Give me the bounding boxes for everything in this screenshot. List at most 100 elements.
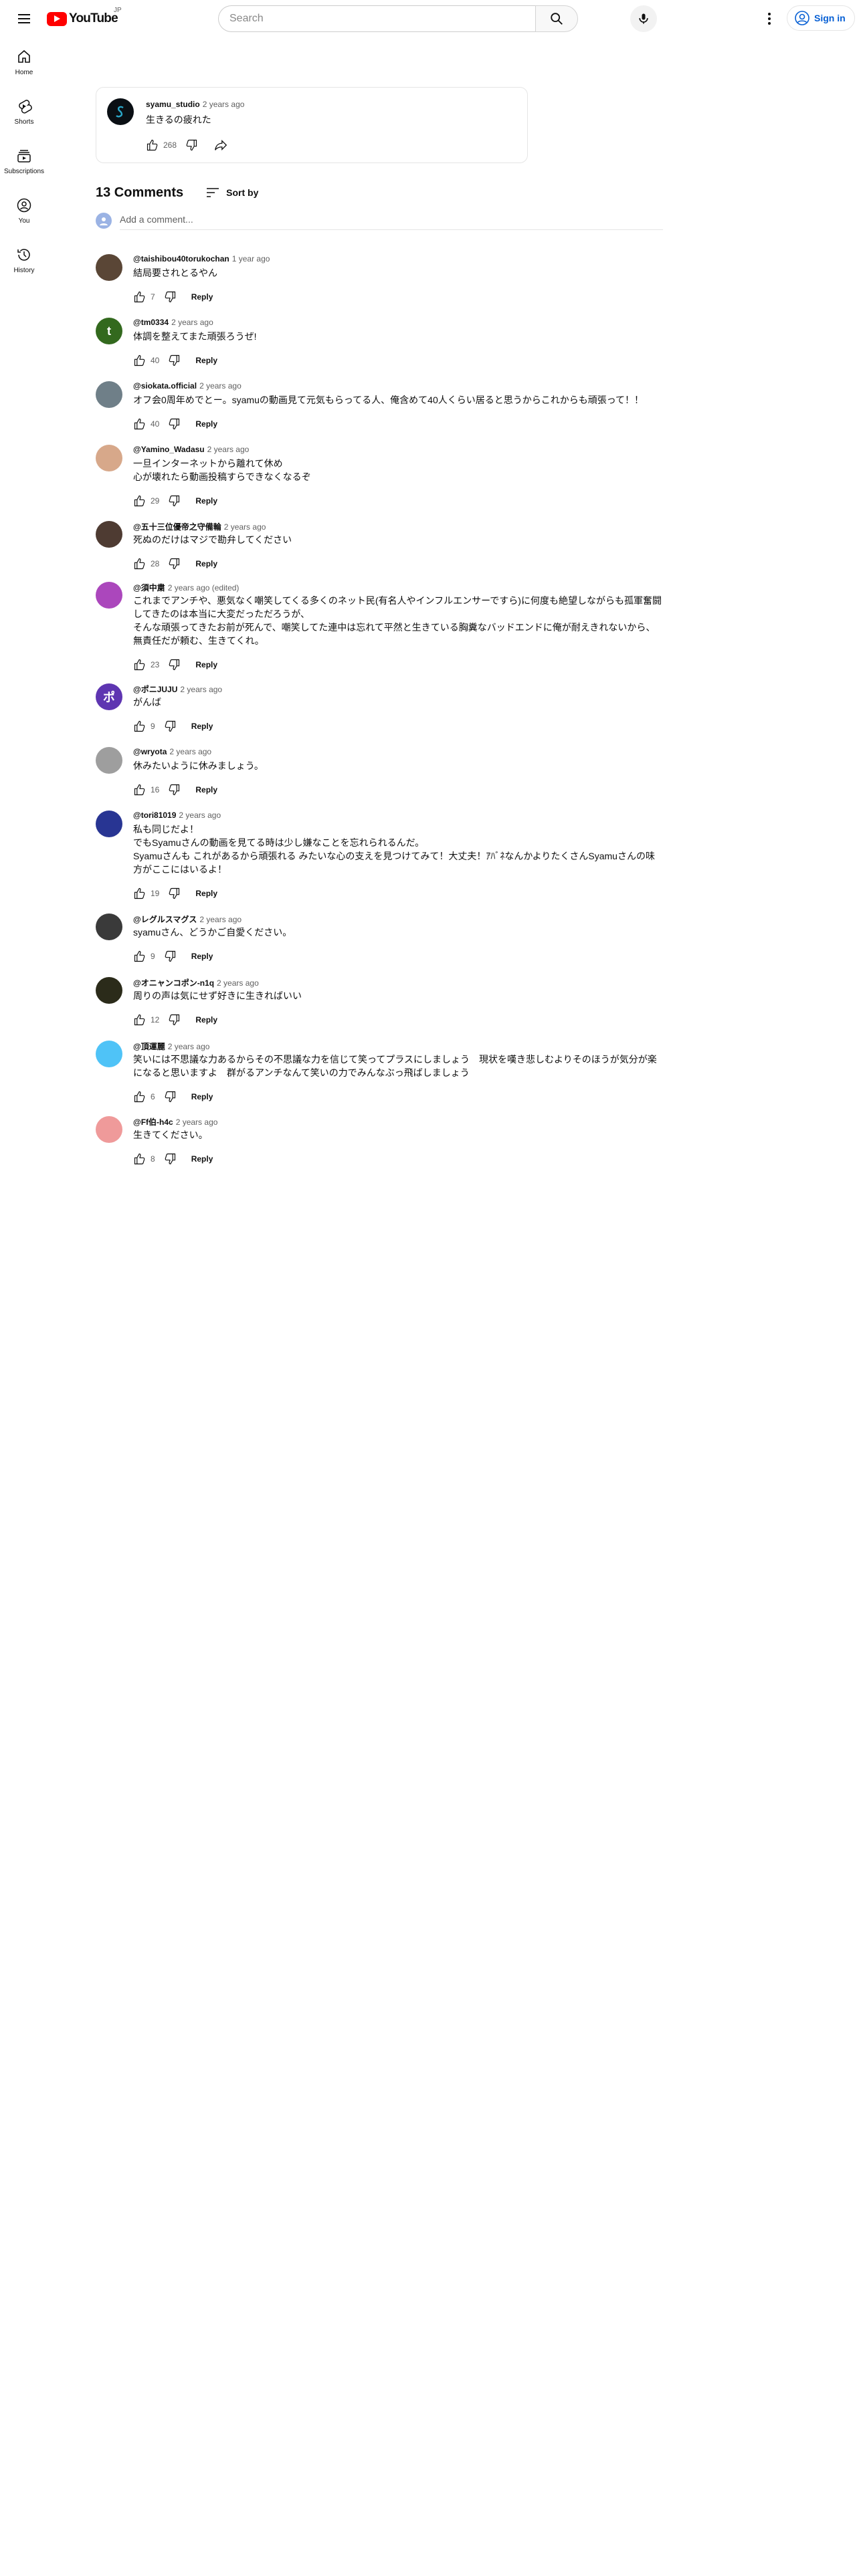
search-button[interactable] (535, 5, 578, 32)
dislike-button[interactable] (163, 350, 185, 371)
sidebar-item-shorts[interactable]: Shorts (0, 87, 48, 136)
comment-time[interactable]: 2 years ago (199, 381, 242, 391)
dislike-button[interactable] (163, 1009, 185, 1031)
comment-time[interactable]: 2 years ago (207, 445, 250, 454)
post-author[interactable]: syamu_studio 2 years ago (146, 100, 244, 109)
like-button[interactable] (129, 883, 151, 904)
like-button[interactable] (129, 779, 151, 800)
voice-search-button[interactable] (630, 5, 657, 32)
comment-time[interactable]: 2 years ago (171, 318, 213, 327)
reply-button[interactable]: Reply (183, 946, 221, 967)
reply-button[interactable]: Reply (183, 716, 221, 737)
comment-author[interactable]: @tm0334 (133, 318, 169, 327)
sort-button[interactable]: Sort by (205, 185, 258, 201)
dislike-button[interactable] (163, 779, 185, 800)
menu-button[interactable] (11, 5, 37, 32)
reply-button[interactable]: Reply (183, 1148, 221, 1170)
dislike-button[interactable] (163, 883, 185, 904)
avatar[interactable] (96, 1041, 122, 1067)
comment-author[interactable]: @Ff伯-h4c (133, 1117, 173, 1127)
comment-author[interactable]: @須中粛 (133, 583, 165, 593)
comment-time[interactable]: 2 years ago (edited) (168, 583, 240, 593)
like-button[interactable] (129, 553, 151, 574)
like-button[interactable] (129, 1086, 151, 1107)
comment-time[interactable]: 2 years ago (224, 522, 266, 532)
like-button[interactable] (129, 946, 151, 967)
comment-author[interactable]: @オニャンコポン-n1q (133, 978, 214, 988)
dislike-button[interactable] (159, 716, 181, 737)
avatar[interactable] (96, 445, 122, 471)
reply-button[interactable]: Reply (187, 413, 225, 435)
like-button[interactable] (129, 350, 151, 371)
comment-author[interactable]: @頂運麗 (133, 1042, 165, 1051)
dislike-button[interactable] (159, 286, 181, 308)
dislike-button[interactable] (181, 134, 202, 156)
comment-author[interactable]: @wryota (133, 747, 167, 756)
like-button[interactable] (129, 716, 151, 737)
like-button[interactable] (129, 1148, 151, 1170)
comment-time[interactable]: 2 years ago (176, 1117, 218, 1127)
reply-button[interactable]: Reply (187, 654, 225, 675)
avatar[interactable] (96, 254, 122, 281)
post-time[interactable]: 2 years ago (203, 100, 245, 109)
dislike-button[interactable] (163, 654, 185, 675)
avatar[interactable] (96, 1116, 122, 1143)
reply-button[interactable]: Reply (187, 779, 225, 800)
comment-time[interactable]: 2 years ago (217, 978, 259, 988)
avatar[interactable] (96, 977, 122, 1004)
comment-author[interactable]: @taishibou40torukochan (133, 254, 229, 263)
like-button[interactable] (129, 654, 151, 675)
reply-button[interactable]: Reply (187, 350, 225, 371)
post-author-name[interactable]: syamu_studio (146, 100, 200, 109)
sign-in-button[interactable]: Sign in (787, 5, 855, 31)
comment-time[interactable]: 2 years ago (169, 747, 211, 756)
add-comment-input[interactable]: Add a comment... (120, 214, 663, 230)
reply-button[interactable]: Reply (183, 1086, 221, 1107)
like-button[interactable] (129, 490, 151, 512)
avatar[interactable] (96, 811, 122, 837)
sidebar-item-history[interactable]: History (0, 235, 48, 285)
search-input[interactable]: Search (218, 5, 535, 32)
comment-time[interactable]: 2 years ago (180, 685, 222, 694)
dislike-button[interactable] (163, 490, 185, 512)
like-button[interactable] (129, 413, 151, 435)
settings-menu-button[interactable] (756, 5, 783, 32)
reply-button[interactable]: Reply (187, 553, 225, 574)
comment-time[interactable]: 1 year ago (232, 254, 270, 263)
share-button[interactable] (210, 134, 231, 156)
avatar[interactable] (96, 914, 122, 940)
dislike-button[interactable] (159, 1086, 181, 1107)
reply-button[interactable]: Reply (187, 1009, 225, 1031)
avatar[interactable] (96, 381, 122, 408)
avatar[interactable] (96, 582, 122, 609)
comment-header: @Ff伯-h4c 2 years ago (133, 1116, 217, 1128)
avatar[interactable] (96, 747, 122, 774)
comment-author[interactable]: @五十三位優帝之守備輪 (133, 522, 221, 532)
comment-time[interactable]: 2 years ago (179, 811, 221, 820)
dislike-button[interactable] (163, 553, 185, 574)
comment-time[interactable]: 2 years ago (199, 915, 242, 924)
comment-time[interactable]: 2 years ago (168, 1042, 210, 1051)
comment-author[interactable]: @siokata.official (133, 381, 197, 391)
comment-author[interactable]: @tori81019 (133, 811, 176, 820)
like-button[interactable] (129, 286, 151, 308)
dislike-button[interactable] (159, 1148, 181, 1170)
reply-button[interactable]: Reply (187, 490, 225, 512)
sidebar-item-subscriptions[interactable]: Subscriptions (0, 136, 48, 186)
sidebar-item-home[interactable]: Home (0, 37, 48, 87)
youtube-logo[interactable]: YouTube (47, 11, 118, 27)
comment-author[interactable]: @レグルスマグス (133, 915, 197, 924)
like-button[interactable] (129, 1009, 151, 1031)
avatar[interactable] (107, 98, 134, 125)
avatar[interactable]: ポ (96, 683, 122, 710)
comment-author[interactable]: @ポニJUJU (133, 685, 177, 694)
reply-button[interactable]: Reply (183, 286, 221, 308)
reply-button[interactable]: Reply (187, 883, 225, 904)
avatar[interactable]: t (96, 318, 122, 344)
dislike-button[interactable] (163, 413, 185, 435)
sidebar-item-you[interactable]: You (0, 186, 48, 235)
dislike-button[interactable] (159, 946, 181, 967)
avatar[interactable] (96, 521, 122, 548)
like-button[interactable] (142, 134, 163, 156)
comment-author[interactable]: @Yamino_Wadasu (133, 445, 205, 454)
